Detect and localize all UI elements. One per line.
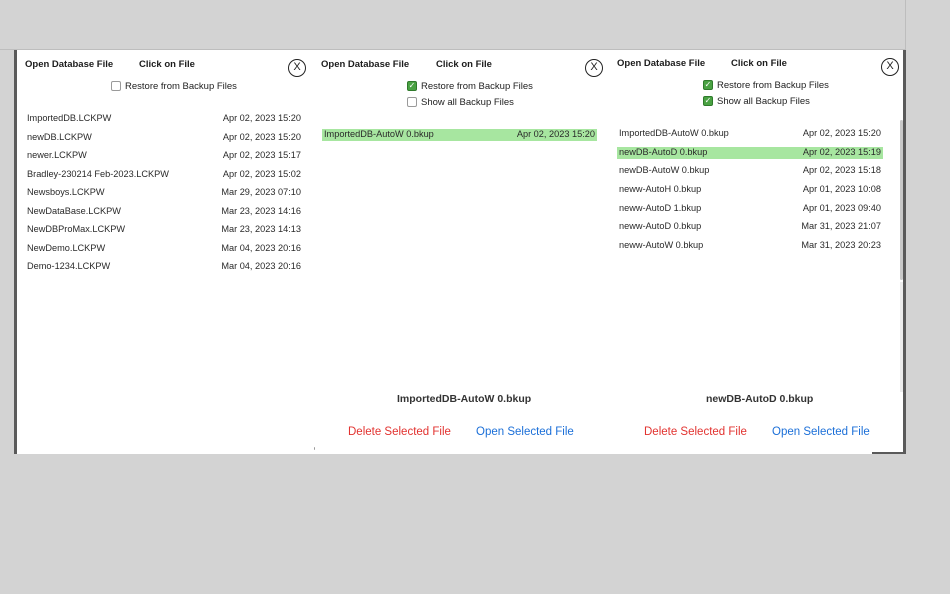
file-date: Apr 02, 2023 15:20 bbox=[802, 128, 881, 138]
open-selected-file-button[interactable]: Open Selected File bbox=[476, 426, 574, 438]
file-list: ImportedDB-AutoW 0.bkup Apr 02, 2023 15:2… bbox=[322, 129, 597, 148]
file-name: ImportedDB-AutoW 0.bkup bbox=[324, 129, 434, 139]
file-name: neww-AutoH 0.bkup bbox=[619, 184, 702, 195]
file-name: newDB-AutoD 0.bkup bbox=[619, 146, 708, 157]
file-row[interactable]: newDB-AutoW 0.bkup Apr 02, 2023 15:18 bbox=[617, 165, 883, 177]
file-name: Newsboys.LCKPW bbox=[27, 187, 105, 197]
file-row[interactable]: NewDataBase.LCKPW Mar 23, 2023 14:16 bbox=[25, 206, 303, 218]
file-date: Mar 23, 2023 14:16 bbox=[221, 205, 301, 216]
file-name: ImportedDB.LCKPW bbox=[27, 113, 112, 123]
file-date: Apr 01, 2023 10:08 bbox=[802, 184, 881, 195]
restore-backup-checkbox-row[interactable]: ✓ Restore from Backup Files bbox=[703, 79, 829, 91]
file-date: Mar 31, 2023 21:07 bbox=[801, 221, 881, 232]
show-all-backups-checkbox-row[interactable]: ✓ Show all Backup Files bbox=[703, 95, 810, 107]
file-name: ImportedDB-AutoW 0.bkup bbox=[619, 128, 729, 138]
file-date: Mar 04, 2023 20:16 bbox=[221, 261, 301, 271]
file-list: ImportedDB.LCKPW Apr 02, 2023 15:20 newDB.… bbox=[25, 113, 303, 280]
open-selected-file-button[interactable]: Open Selected File bbox=[772, 426, 870, 438]
file-name: Demo-1234.LCKPW bbox=[27, 261, 111, 271]
file-row[interactable]: Demo-1234.LCKPW Mar 04, 2023 20:16 bbox=[25, 261, 303, 273]
file-row[interactable]: neww-AutoD 1.bkup Apr 01, 2023 09:40 bbox=[617, 203, 883, 215]
file-name: newer.LCKPW bbox=[27, 150, 87, 160]
scrollbar-thumb[interactable] bbox=[900, 120, 903, 280]
show-all-backups-label: Show all Backup Files bbox=[717, 95, 810, 107]
close-icon[interactable]: X bbox=[881, 58, 899, 76]
checkbox-checked[interactable]: ✓ bbox=[407, 81, 417, 91]
checkbox-checked[interactable]: ✓ bbox=[703, 80, 713, 90]
restore-backup-checkbox-row[interactable]: Restore from Backup Files bbox=[111, 80, 237, 92]
checkbox-checked[interactable]: ✓ bbox=[703, 96, 713, 106]
top-bar bbox=[0, 0, 906, 50]
file-list: ImportedDB-AutoW 0.bkup Apr 02, 2023 15:2… bbox=[617, 128, 883, 265]
file-date: Apr 01, 2023 09:40 bbox=[802, 202, 881, 213]
file-name: neww-AutoD 1.bkup bbox=[619, 202, 702, 213]
close-icon[interactable]: X bbox=[288, 59, 306, 77]
file-row[interactable]: neww-AutoH 0.bkup Apr 01, 2023 10:08 bbox=[617, 184, 883, 196]
file-date: Apr 02, 2023 15:02 bbox=[222, 168, 301, 179]
show-all-backups-label: Show all Backup Files bbox=[421, 96, 514, 108]
screen: Open Database File Click on File X Resto… bbox=[0, 0, 950, 594]
file-row[interactable]: ImportedDB.LCKPW Apr 02, 2023 15:20 bbox=[25, 113, 303, 125]
file-date: Mar 04, 2023 20:16 bbox=[221, 242, 301, 253]
panel-title: Open Database File bbox=[617, 58, 706, 69]
show-all-backups-checkbox-row[interactable]: Show all Backup Files bbox=[407, 96, 514, 108]
file-row[interactable]: NewDBProMax.LCKPW Mar 23, 2023 14:13 bbox=[25, 224, 303, 236]
selected-file-name: ImportedDB-AutoW 0.bkup bbox=[397, 393, 532, 405]
file-name: newDB.LCKPW bbox=[27, 131, 92, 142]
panel-title: Open Database File bbox=[321, 59, 410, 70]
delete-selected-file-button[interactable]: Delete Selected File bbox=[348, 426, 451, 438]
panel-subtitle: Click on File bbox=[436, 59, 492, 70]
file-date: Apr 02, 2023 15:18 bbox=[802, 165, 881, 176]
file-name: Bradley-230214 Feb-2023.LCKPW bbox=[27, 168, 169, 179]
file-date: Mar 23, 2023 14:13 bbox=[221, 224, 301, 234]
file-row[interactable]: newDB.LCKPW Apr 02, 2023 15:20 bbox=[25, 132, 303, 144]
file-name: NewDataBase.LCKPW bbox=[27, 205, 121, 216]
restore-backup-label: Restore from Backup Files bbox=[717, 79, 829, 91]
file-date: Mar 31, 2023 20:23 bbox=[801, 240, 881, 251]
file-date: Apr 02, 2023 15:20 bbox=[222, 113, 301, 123]
file-date: Apr 02, 2023 15:19 bbox=[802, 146, 881, 157]
restore-backup-label: Restore from Backup Files bbox=[125, 80, 237, 92]
file-name: neww-AutoD 0.bkup bbox=[619, 221, 702, 232]
close-icon[interactable]: X bbox=[585, 59, 603, 77]
selected-file-name: newDB-AutoD 0.bkup bbox=[706, 393, 814, 405]
file-row[interactable]: newDB-AutoD 0.bkup Apr 02, 2023 15:19 bbox=[617, 146, 883, 159]
file-row[interactable]: Newsboys.LCKPW Mar 29, 2023 07:10 bbox=[25, 187, 303, 199]
file-name: newDB-AutoW 0.bkup bbox=[619, 165, 710, 176]
right-frame-border bbox=[903, 52, 906, 452]
file-date: Mar 29, 2023 07:10 bbox=[221, 187, 301, 197]
open-database-panel-1: Open Database File Click on File X Resto… bbox=[17, 50, 317, 452]
file-date: Apr 02, 2023 15:20 bbox=[222, 131, 301, 142]
file-name: neww-AutoW 0.bkup bbox=[619, 240, 704, 251]
delete-selected-file-button[interactable]: Delete Selected File bbox=[644, 426, 747, 438]
panel-subtitle: Click on File bbox=[139, 59, 195, 70]
file-name: NewDBProMax.LCKPW bbox=[27, 224, 126, 234]
file-row-partially-visible[interactable] bbox=[617, 259, 883, 265]
panel-subtitle: Click on File bbox=[731, 58, 787, 69]
checkbox[interactable] bbox=[111, 81, 121, 91]
file-row[interactable]: ImportedDB-AutoW 0.bkup Apr 02, 2023 15:2… bbox=[617, 128, 883, 140]
open-database-panel-2: Open Database File Click on File X ✓ Res… bbox=[315, 50, 609, 452]
file-name: NewDemo.LCKPW bbox=[27, 242, 106, 253]
restore-backup-label: Restore from Backup Files bbox=[421, 80, 533, 92]
open-database-panel-3: Open Database File Click on File X ✓ Res… bbox=[611, 50, 903, 452]
scrollbar-track[interactable] bbox=[900, 282, 903, 392]
file-row[interactable]: ImportedDB-AutoW 0.bkup Apr 02, 2023 15:2… bbox=[322, 129, 597, 141]
checkbox[interactable] bbox=[407, 97, 417, 107]
file-row[interactable]: neww-AutoW 0.bkup Mar 31, 2023 20:23 bbox=[617, 240, 883, 252]
file-row[interactable]: newer.LCKPW Apr 02, 2023 15:17 bbox=[25, 150, 303, 162]
restore-backup-checkbox-row[interactable]: ✓ Restore from Backup Files bbox=[407, 80, 533, 92]
file-row[interactable]: Bradley-230214 Feb-2023.LCKPW Apr 02, 202… bbox=[25, 169, 303, 181]
file-row[interactable]: NewDemo.LCKPW Mar 04, 2023 20:16 bbox=[25, 243, 303, 255]
file-date: Apr 02, 2023 15:20 bbox=[516, 129, 595, 139]
file-date: Apr 02, 2023 15:17 bbox=[222, 150, 301, 160]
panel-title: Open Database File bbox=[25, 59, 114, 70]
file-row[interactable]: neww-AutoD 0.bkup Mar 31, 2023 21:07 bbox=[617, 221, 883, 233]
